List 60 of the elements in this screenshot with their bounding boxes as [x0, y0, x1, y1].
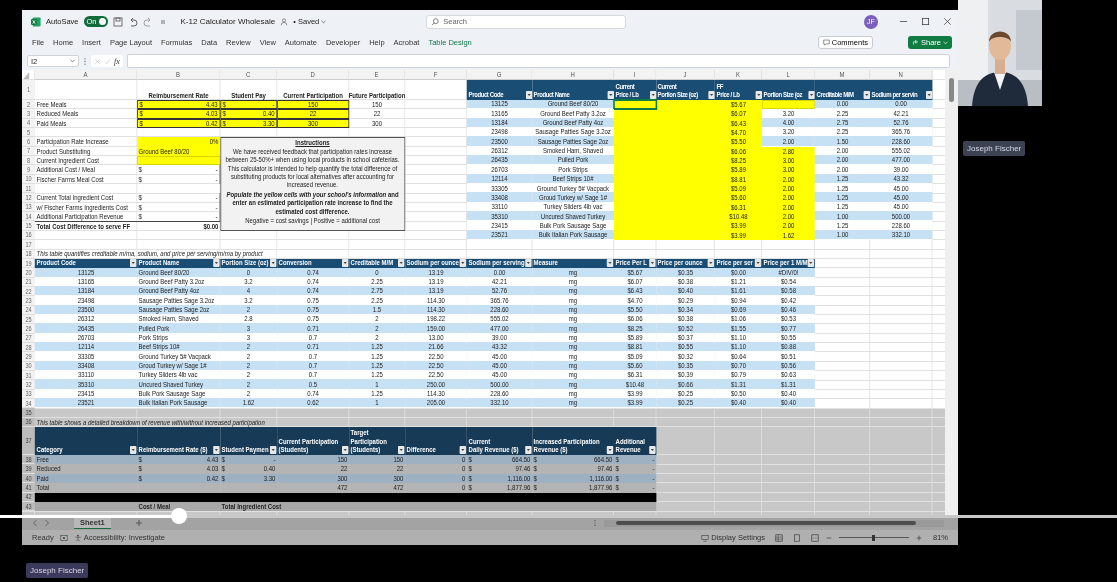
filter-button[interactable]: [459, 446, 467, 455]
comment-icon: [822, 39, 830, 46]
document-title: K-12 Calculator Wholesale: [180, 17, 276, 26]
participant-name-label: Joseph Fischer: [963, 141, 1026, 156]
filter-button[interactable]: [459, 259, 467, 268]
filter-button[interactable]: [129, 259, 137, 268]
filter-button[interactable]: [524, 259, 532, 268]
input-cell[interactable]: [137, 156, 220, 166]
filter-button[interactable]: [397, 259, 405, 268]
input-cell[interactable]: [762, 100, 815, 110]
zoom-slider[interactable]: [839, 533, 909, 542]
zoom-thumb[interactable]: [872, 534, 876, 541]
filter-button[interactable]: [755, 91, 762, 99]
filter-button[interactable]: [397, 446, 405, 455]
monitor-icon: [701, 533, 710, 542]
filter-button[interactable]: [525, 91, 532, 99]
filter-button[interactable]: [607, 91, 614, 99]
excel-logo-icon: [31, 16, 41, 27]
page-layout-icon[interactable]: [793, 533, 801, 542]
filter-button[interactable]: [708, 91, 715, 99]
filter-button[interactable]: [649, 91, 656, 99]
filter-button[interactable]: [212, 259, 220, 268]
filter-button[interactable]: [269, 259, 277, 268]
caret-icon: [943, 40, 948, 45]
input-range[interactable]: [614, 100, 762, 241]
search-icon: [431, 17, 440, 26]
horizontal-scrollbar[interactable]: [604, 519, 944, 527]
filter-button[interactable]: [808, 91, 815, 99]
close-icon[interactable]: [943, 17, 952, 26]
filter-button[interactable]: [212, 446, 220, 455]
filter-button[interactable]: [707, 259, 715, 268]
filter-button[interactable]: [269, 446, 277, 455]
formula-input[interactable]: [126, 54, 950, 68]
maximize-icon[interactable]: [921, 17, 930, 26]
filter-button[interactable]: [341, 446, 349, 455]
filter-button[interactable]: [807, 259, 815, 268]
share-icon: [912, 39, 919, 46]
accessibility-icon: [73, 533, 82, 542]
vertical-scrollbar[interactable]: [945, 70, 958, 516]
caret-icon: [321, 19, 327, 24]
filter-button[interactable]: [925, 91, 932, 99]
filter-button[interactable]: [863, 91, 870, 99]
check-icon[interactable]: [104, 57, 111, 65]
save-icon[interactable]: [112, 16, 123, 27]
macro-icon[interactable]: [59, 533, 68, 542]
filter-button[interactable]: [648, 259, 656, 268]
filter-button[interactable]: [606, 259, 614, 268]
filter-button[interactable]: [524, 446, 532, 455]
caret-icon: [70, 59, 75, 63]
table-cell: [220, 483, 277, 493]
filter-button[interactable]: [129, 446, 137, 455]
filter-button[interactable]: [606, 446, 614, 455]
person-icon: [280, 17, 289, 26]
speaker-name-label: Joseph Fischer: [26, 563, 89, 578]
filter-button[interactable]: [648, 446, 656, 455]
insert-function-button[interactable]: fx: [114, 56, 120, 66]
filter-button[interactable]: [754, 259, 762, 268]
active-cell[interactable]: [614, 100, 656, 110]
normal-view-icon[interactable]: [775, 533, 783, 542]
filter-button[interactable]: [341, 259, 349, 268]
